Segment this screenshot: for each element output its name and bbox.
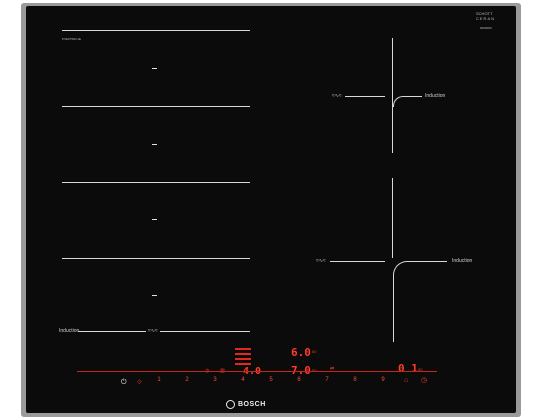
display-top-value: 6.0: [291, 346, 311, 359]
right-bottom-zone-curve: [393, 261, 444, 342]
right-bottom-zone-vertical: [392, 178, 393, 258]
flex-zone-marker-2: [152, 144, 157, 145]
model-code: PXE675DC1E: [62, 37, 82, 41]
flex-zone-base-line-2: [160, 331, 250, 332]
bosch-logo: [226, 400, 235, 409]
right-top-zone-symbol: ≈∿≈: [332, 93, 342, 99]
level-bar-2: [235, 353, 251, 355]
slider-level-1[interactable]: 1: [153, 377, 165, 383]
glass-brand-line2: CERAN: [476, 16, 496, 21]
flex-zone-marker-1: [152, 68, 157, 69]
timer-control-icon[interactable]: ◷: [421, 377, 427, 384]
right-bottom-zone-symbol: ≈∿≈: [316, 258, 326, 264]
level-bar-4: [235, 363, 251, 365]
slider-level-6[interactable]: 6: [293, 377, 305, 383]
flex-zone-marker-4: [152, 295, 157, 296]
slider-level-5[interactable]: 5: [265, 377, 277, 383]
level-bar-1: [235, 348, 251, 350]
flex-zone-base-line: [78, 331, 146, 332]
touch-slider[interactable]: [77, 371, 437, 372]
flex-zone-symbol: ≈∿≈: [148, 328, 158, 334]
flex-zone-label: Induction: [59, 328, 80, 334]
slider-level-9[interactable]: 9: [377, 377, 389, 383]
right-bottom-zone-line-2: [407, 261, 447, 262]
right-bottom-zone-label: Induction: [452, 258, 473, 264]
level-bar-3: [235, 358, 251, 360]
flex-zone-line-2: [62, 106, 250, 107]
boost-icon[interactable]: ⟐: [137, 380, 142, 386]
right-top-zone-vertical: [392, 38, 393, 153]
flex-zone-line-3: [62, 182, 250, 183]
flex-zone-marker-3: [152, 219, 157, 220]
slider-level-3[interactable]: 3: [209, 377, 221, 383]
brand-name: BOSCH: [238, 401, 266, 408]
display-top-small: 00: [312, 349, 317, 354]
slider-level-8[interactable]: 8: [349, 377, 361, 383]
slider-level-4[interactable]: 4: [237, 377, 249, 383]
flex-zone-line-4: [62, 258, 250, 259]
right-bottom-zone-line: [330, 261, 385, 262]
flex-zone-line-1: [62, 30, 250, 31]
power-icon[interactable]: ⏻: [121, 379, 127, 386]
right-top-zone-line: [345, 96, 385, 97]
lock-icon[interactable]: ⌂: [404, 377, 408, 384]
slider-level-2[interactable]: 2: [181, 377, 193, 383]
cooktop-glass: [26, 6, 516, 413]
slider-level-7[interactable]: 7: [321, 377, 333, 383]
right-top-zone-label: Induction: [425, 93, 446, 99]
display-right-value: 0 1: [398, 362, 418, 375]
glass-code: 0000000: [480, 26, 492, 30]
right-top-zone-curve: [393, 96, 422, 107]
